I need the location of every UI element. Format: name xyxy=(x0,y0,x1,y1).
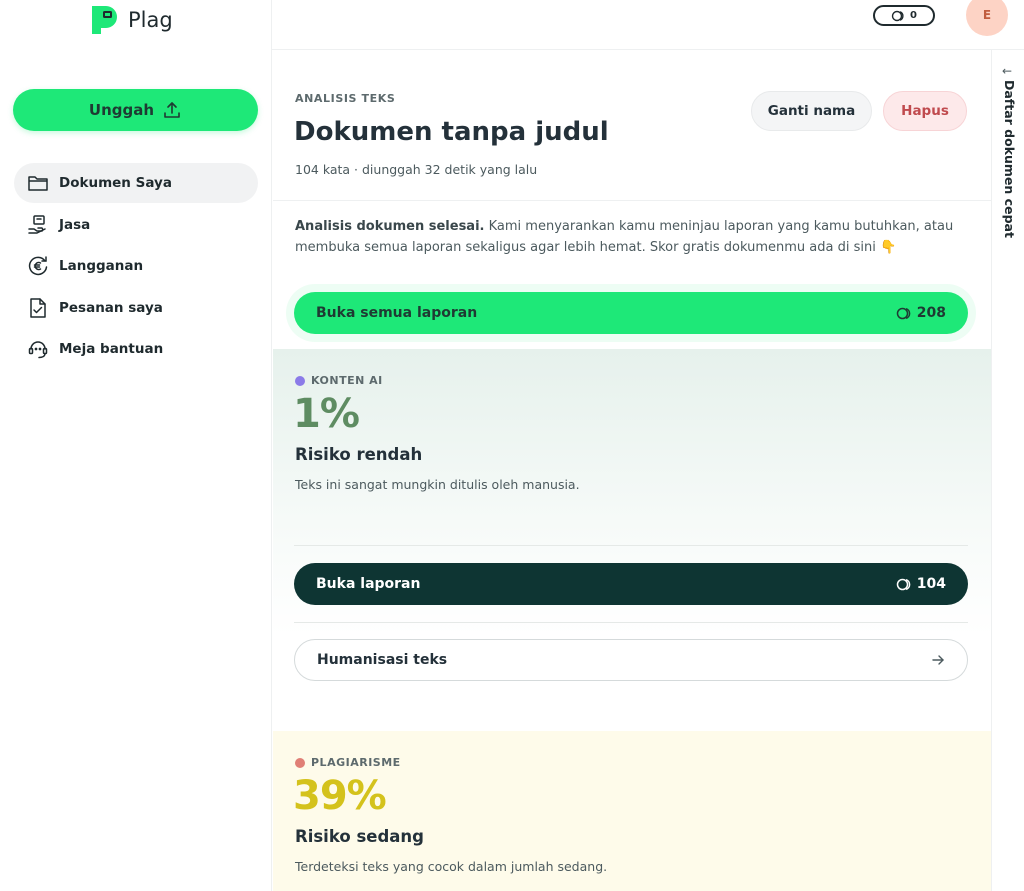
main-content: ANALISIS TEKS Dokumen tanpa judul 104 ka… xyxy=(273,51,991,891)
app-logo[interactable]: Plag xyxy=(90,4,173,36)
coins-icon xyxy=(896,307,911,319)
ai-tag-label: KONTEN AI xyxy=(311,374,383,387)
divider xyxy=(294,545,968,546)
sidebar-item-services[interactable]: Jasa xyxy=(14,205,258,245)
plagiarism-percentage: 39% xyxy=(293,773,387,819)
arrow-left-icon: ← xyxy=(1002,64,1013,78)
plagiarism-risk-level: Risiko sedang xyxy=(295,827,424,846)
ai-percentage: 1% xyxy=(293,391,360,437)
ai-content-section: KONTEN AI 1% Risiko rendah Teks ini sang… xyxy=(273,349,991,731)
open-report-cost: 104 xyxy=(896,576,946,592)
open-all-label: Buka semua laporan xyxy=(316,305,478,321)
quick-document-list-toggle[interactable]: ← Daftar dokumen cepat xyxy=(991,50,1024,891)
plag-logo-icon xyxy=(92,6,117,34)
summary-bold: Analisis dokumen selesai. xyxy=(295,219,485,234)
delete-button[interactable]: Hapus xyxy=(883,91,967,131)
coins-icon xyxy=(896,578,911,590)
open-all-cost-value: 208 xyxy=(916,305,946,321)
analysis-summary: Analisis dokumen selesai. Kami menyarank… xyxy=(295,216,965,258)
folder-icon xyxy=(28,176,48,191)
humanize-label: Humanisasi teks xyxy=(317,652,448,668)
sidebar-item-subscription[interactable]: Langganan xyxy=(14,246,258,286)
upload-label: Unggah xyxy=(88,101,155,119)
ai-risk-description: Teks ini sangat mungkin ditulis oleh man… xyxy=(295,477,580,492)
credits-balance[interactable]: 0 xyxy=(873,5,935,26)
sidebar-item-label: Dokumen Saya xyxy=(59,175,172,191)
ai-risk-level: Risiko rendah xyxy=(295,445,423,464)
app-name: Plag xyxy=(128,8,173,32)
open-all-cost: 208 xyxy=(896,305,946,321)
plagiarism-status-dot xyxy=(295,757,305,768)
sidebar-nav: Dokumen Saya Jasa Langganan Pesanan saya xyxy=(14,163,258,371)
open-report-cost-value: 104 xyxy=(916,576,946,592)
avatar-initial: E xyxy=(982,8,992,22)
plagiarism-tag-label: PLAGIARISME xyxy=(311,756,401,769)
sidebar-item-help-desk[interactable]: Meja bantuan xyxy=(14,329,258,369)
open-ai-report-button[interactable]: Buka laporan 104 xyxy=(294,563,968,605)
page-title: Dokumen tanpa judul xyxy=(294,117,609,147)
quick-document-list-label: Daftar dokumen cepat xyxy=(1002,80,1017,238)
open-all-reports-button[interactable]: Buka semua laporan 208 xyxy=(294,292,968,334)
arrow-right-icon xyxy=(932,655,944,665)
ai-content-tag: KONTEN AI xyxy=(295,374,383,387)
sidebar-item-label: Langganan xyxy=(59,258,144,274)
avatar[interactable]: E xyxy=(966,0,1008,36)
sidebar-item-label: Meja bantuan xyxy=(59,341,164,357)
sidebar-item-label: Jasa xyxy=(59,216,91,233)
sidebar-item-my-documents[interactable]: Dokumen Saya xyxy=(14,163,258,203)
rename-button[interactable]: Ganti nama xyxy=(751,91,872,131)
document-check-icon xyxy=(30,297,46,318)
document-header: ANALISIS TEKS Dokumen tanpa judul 104 ka… xyxy=(273,51,991,201)
plagiarism-section: PLAGIARISME 39% Risiko sedang Terdeteksi… xyxy=(273,731,991,891)
ai-status-dot xyxy=(295,375,305,386)
divider xyxy=(294,622,968,623)
sidebar: Plag Unggah Dokumen Saya Jasa Langganan … xyxy=(0,0,272,891)
sidebar-item-my-orders[interactable]: Pesanan saya xyxy=(14,288,258,328)
top-bar: 0 E xyxy=(272,0,1024,50)
service-hand-icon xyxy=(28,214,46,234)
section-eyebrow: ANALISIS TEKS xyxy=(295,92,396,105)
euro-cycle-icon xyxy=(28,256,48,276)
credits-count: 0 xyxy=(910,10,917,21)
humanize-text-button[interactable]: Humanisasi teks xyxy=(294,639,968,681)
upload-icon xyxy=(164,102,180,118)
upload-button[interactable]: Unggah xyxy=(13,89,258,131)
document-meta: 104 kata · diunggah 32 detik yang lalu xyxy=(295,162,538,177)
support-headset-icon xyxy=(28,341,48,359)
sidebar-item-label: Pesanan saya xyxy=(59,299,163,316)
coins-icon xyxy=(891,10,904,21)
open-report-label: Buka laporan xyxy=(316,576,421,592)
plagiarism-risk-description: Terdeteksi teks yang cocok dalam jumlah … xyxy=(295,859,608,874)
plagiarism-tag: PLAGIARISME xyxy=(295,756,401,769)
